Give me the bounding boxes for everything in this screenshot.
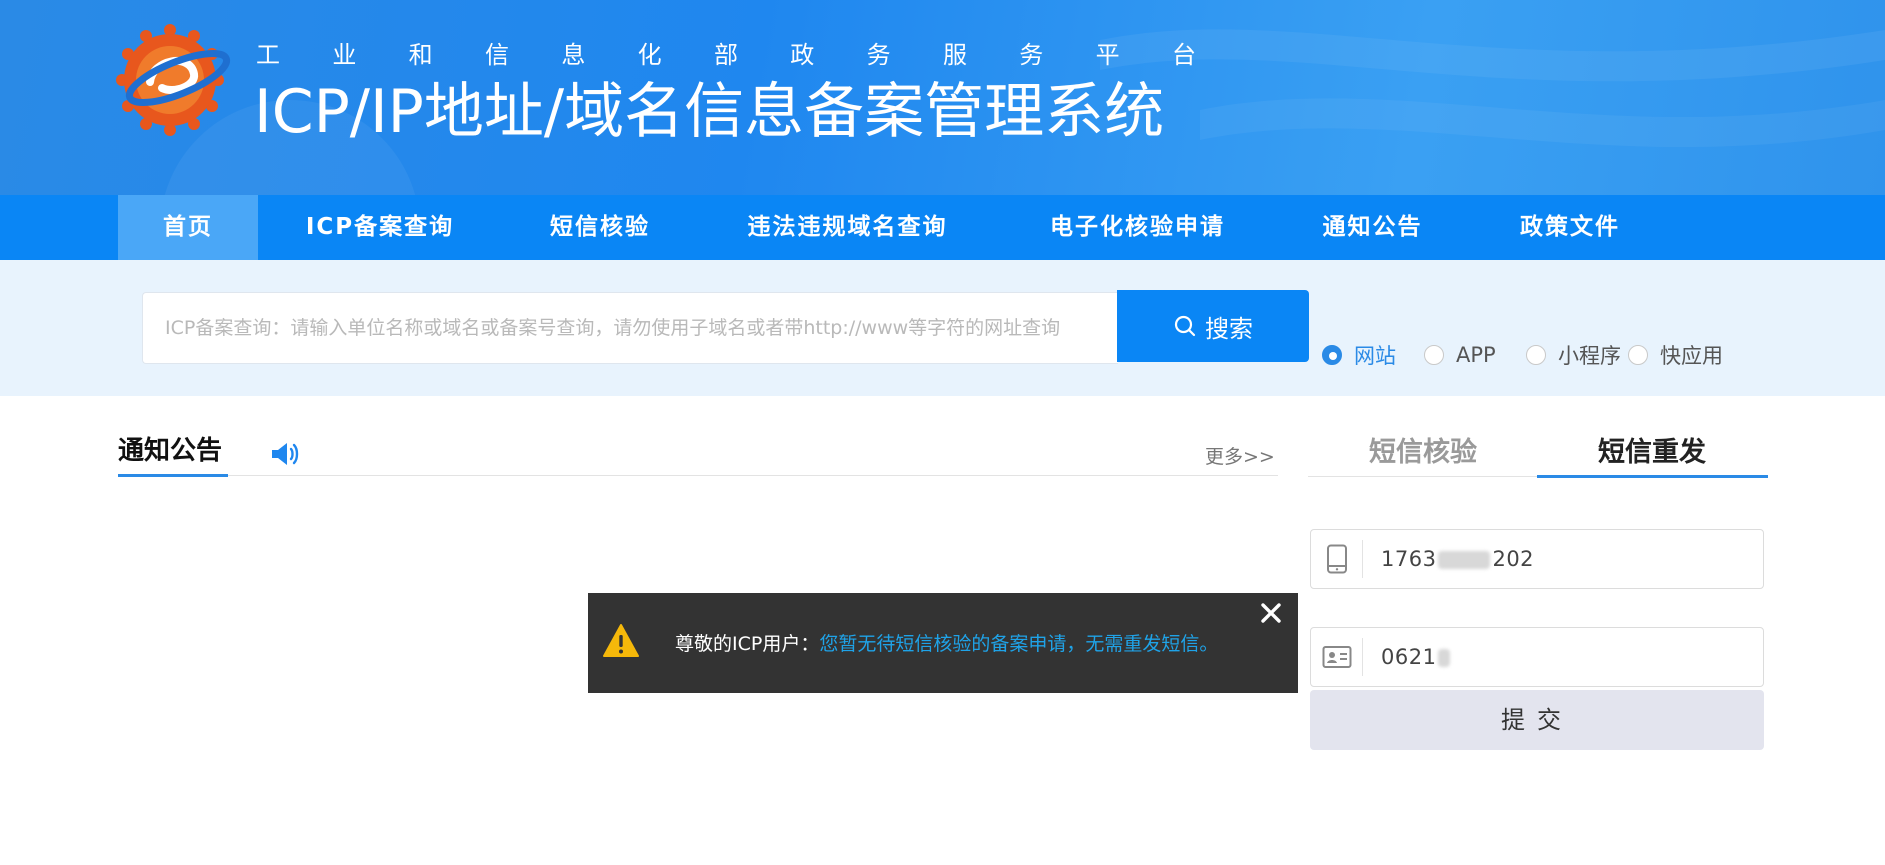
notice-divider	[118, 475, 1278, 476]
site-title: ICP/IP地址/域名信息备案管理系统	[254, 77, 1165, 147]
phone-field[interactable]: 1763 202	[1310, 529, 1764, 589]
nav-item-sms-verify[interactable]: 短信核验	[525, 195, 675, 260]
search-type-radio-group: 网站 APP 小程序 快应用	[1322, 340, 1723, 370]
tab-active-underline	[1537, 475, 1768, 478]
phone-prefix: 1763	[1381, 547, 1437, 571]
subtitle-char: 业	[332, 41, 357, 69]
warning-icon	[603, 624, 639, 657]
search-band: 搜索 网站 APP 小程序 快应用	[0, 260, 1885, 396]
field-icon-box	[1311, 540, 1363, 578]
radio-quick-app[interactable]: 快应用	[1628, 340, 1723, 370]
phone-suffix: 202	[1492, 547, 1535, 571]
subtitle-char: 化	[637, 41, 662, 69]
id-code-field[interactable]: 0621	[1310, 627, 1764, 687]
toast-body: 您暂无待短信核验的备案申请，无需重发短信。	[819, 633, 1219, 655]
nav-item-illegal-domain[interactable]: 违法违规域名查询	[725, 195, 970, 260]
radio-app[interactable]: APP	[1424, 343, 1526, 367]
search-button[interactable]: 搜索	[1117, 290, 1309, 362]
header-banner: 工 业 和 信 息 化 部 政 务 服 务 平 台 ICP/IP地址/域名信息备…	[0, 0, 1885, 195]
subtitle-char: 务	[866, 41, 891, 69]
radio-label: 快应用	[1660, 344, 1723, 368]
subtitle-char: 务	[1019, 41, 1044, 69]
radio-unchecked-icon	[1424, 345, 1444, 365]
alert-toast: 尊敬的ICP用户：您暂无待短信核验的备案申请，无需重发短信。	[588, 593, 1298, 693]
radio-checked-icon	[1322, 345, 1342, 365]
radio-mini-program[interactable]: 小程序	[1526, 340, 1628, 370]
subtitle-char: 政	[790, 41, 815, 69]
submit-button[interactable]: 提交	[1310, 690, 1764, 750]
radio-label: 小程序	[1558, 344, 1621, 368]
id-code-value: 0621	[1381, 645, 1452, 669]
subtitle-char: 息	[561, 41, 586, 69]
masked-digits	[1438, 551, 1491, 569]
radio-label: APP	[1456, 343, 1496, 367]
id-card-icon	[1322, 646, 1351, 668]
radio-website[interactable]: 网站	[1322, 340, 1424, 370]
radio-unchecked-icon	[1526, 345, 1546, 365]
megaphone-icon	[272, 443, 299, 465]
nav-item-home[interactable]: 首页	[118, 195, 258, 260]
notice-tab[interactable]: 通知公告	[118, 430, 222, 467]
close-icon[interactable]	[1258, 600, 1284, 626]
miit-logo	[116, 24, 231, 136]
toast-message: 尊敬的ICP用户：您暂无待短信核验的备案申请，无需重发短信。	[675, 629, 1218, 656]
phone-value: 1763 202	[1381, 547, 1534, 571]
subtitle-char: 平	[1095, 41, 1120, 69]
banner-subtitle: 工 业 和 信 息 化 部 政 务 服 务 平 台	[256, 40, 1196, 70]
search-button-label: 搜索	[1205, 314, 1253, 343]
tab-sms-resend[interactable]: 短信重发	[1537, 430, 1767, 469]
search-input[interactable]	[142, 292, 1118, 364]
subtitle-char: 服	[942, 41, 967, 69]
nav-item-policy[interactable]: 政策文件	[1500, 195, 1640, 260]
subtitle-char: 台	[1171, 41, 1196, 69]
masked-digits	[1438, 649, 1451, 667]
nav-item-icp-query[interactable]: ICP备案查询	[280, 195, 480, 260]
subtitle-char: 信	[484, 41, 509, 69]
subtitle-char: 部	[713, 41, 738, 69]
radio-label: 网站	[1354, 344, 1396, 368]
field-icon-box	[1311, 638, 1363, 676]
toast-prefix: 尊敬的ICP用户：	[675, 633, 820, 655]
subtitle-char: 工	[256, 41, 280, 69]
tab-sms-verify[interactable]: 短信核验	[1308, 430, 1538, 469]
search-icon	[1174, 315, 1196, 337]
nav-item-e-verify[interactable]: 电子化核验申请	[1030, 195, 1245, 260]
subtitle-char: 和	[408, 41, 433, 69]
mobile-phone-icon	[1326, 544, 1347, 574]
id-code-prefix: 0621	[1381, 645, 1437, 669]
radio-unchecked-icon	[1628, 345, 1648, 365]
notice-tab-underline	[118, 474, 228, 477]
main-nav: 首页 ICP备案查询 短信核验 违法违规域名查询 电子化核验申请 通知公告 政策…	[0, 195, 1885, 260]
nav-item-notices[interactable]: 通知公告	[1305, 195, 1440, 260]
notice-more-link[interactable]: 更多>>	[1205, 442, 1275, 469]
